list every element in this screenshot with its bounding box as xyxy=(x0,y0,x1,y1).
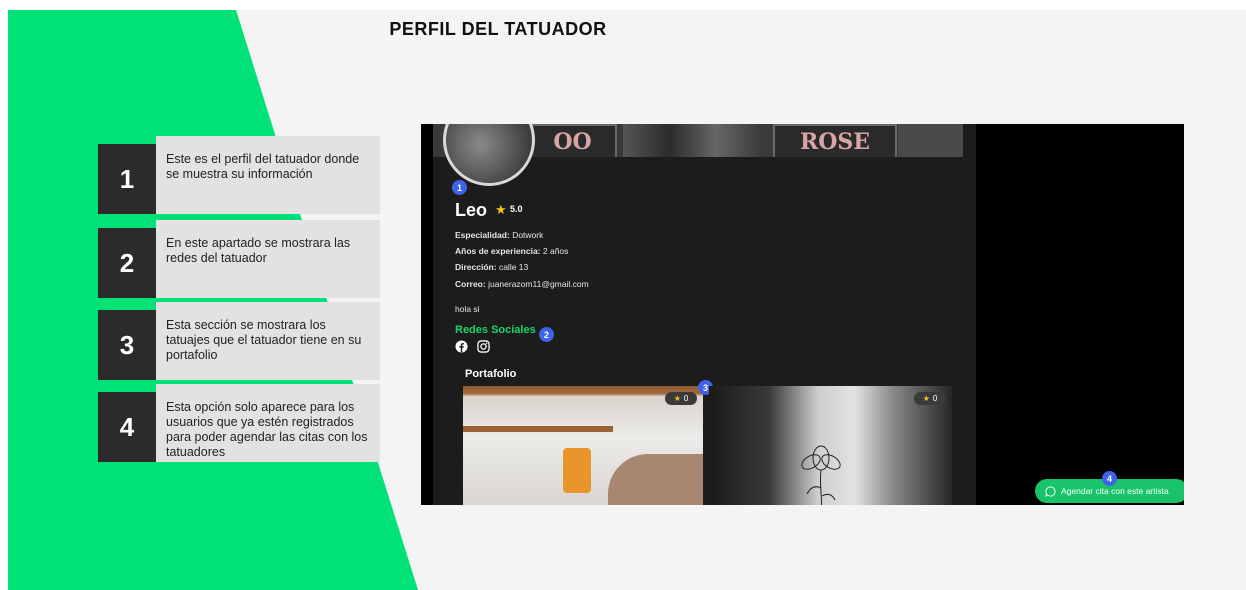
slide-title: PERFIL DEL TATUADOR xyxy=(389,19,607,39)
address-field: Dirección: calle 13 xyxy=(455,262,529,272)
artist-name: Leo xyxy=(455,200,488,220)
marker-4: 4 xyxy=(1102,471,1117,486)
step-text: Este es el perfil del tatuador donde se … xyxy=(156,136,380,214)
banner-street xyxy=(623,124,763,157)
star-icon: ★ xyxy=(922,394,930,403)
banner-sign-left: OO xyxy=(528,124,617,157)
artist-rating: 5.0 xyxy=(510,204,523,214)
step-number: 4 xyxy=(98,392,156,462)
step-number: 3 xyxy=(98,310,156,380)
portfolio-item-1[interactable]: ★ 0 xyxy=(463,386,703,505)
artist-avatar[interactable] xyxy=(443,124,535,186)
marker-1: 1 xyxy=(452,180,467,195)
likes-badge[interactable]: ★ 0 xyxy=(665,392,697,405)
social-section-title: Redes Sociales xyxy=(455,324,536,336)
book-button-label: Agendar cita con este artista xyxy=(1061,486,1169,496)
star-icon: ★ xyxy=(673,394,681,403)
step-text: Esta opción solo aparece para los usuari… xyxy=(156,384,380,462)
step-text: Esta sección se mostrara los tatuajes qu… xyxy=(156,302,380,380)
flower-tattoo xyxy=(801,445,841,505)
experience-field: Años de experiencia: 2 años xyxy=(455,246,569,256)
bottle xyxy=(563,448,591,493)
facebook-icon[interactable] xyxy=(455,340,468,353)
portfolio-item-2[interactable]: ★ 0 xyxy=(709,386,952,505)
app-screenshot: OO ROSE 1 Leo ★ 5.0 Especialidad: Dotwor… xyxy=(421,124,1184,505)
star-icon: ★ xyxy=(495,202,507,217)
step-number: 1 xyxy=(98,144,156,214)
chat-icon xyxy=(1045,485,1056,497)
specialty-field: Especialidad: Dotwork xyxy=(455,230,544,240)
artist-bio: hola si xyxy=(455,304,480,314)
email-field: Correo: juanerazom11@gmail.com xyxy=(455,279,589,289)
arm xyxy=(608,454,703,505)
portfolio-title: Portafolio xyxy=(465,368,517,380)
step-text: En este apartado se mostrara las redes d… xyxy=(156,220,380,298)
banner-sign-right: ROSE xyxy=(773,124,897,157)
likes-badge[interactable]: ★ 0 xyxy=(914,392,946,405)
shelf xyxy=(463,426,613,432)
artist-profile-panel: OO ROSE 1 Leo ★ 5.0 Especialidad: Dotwor… xyxy=(421,124,976,505)
marker-2: 2 xyxy=(539,327,554,342)
instagram-icon[interactable] xyxy=(477,340,490,353)
banner-wall xyxy=(898,124,963,157)
presentation-slide: PERFIL DEL TATUADOR 1 Este es el perfil … xyxy=(8,10,1246,590)
step-number: 2 xyxy=(98,228,156,298)
